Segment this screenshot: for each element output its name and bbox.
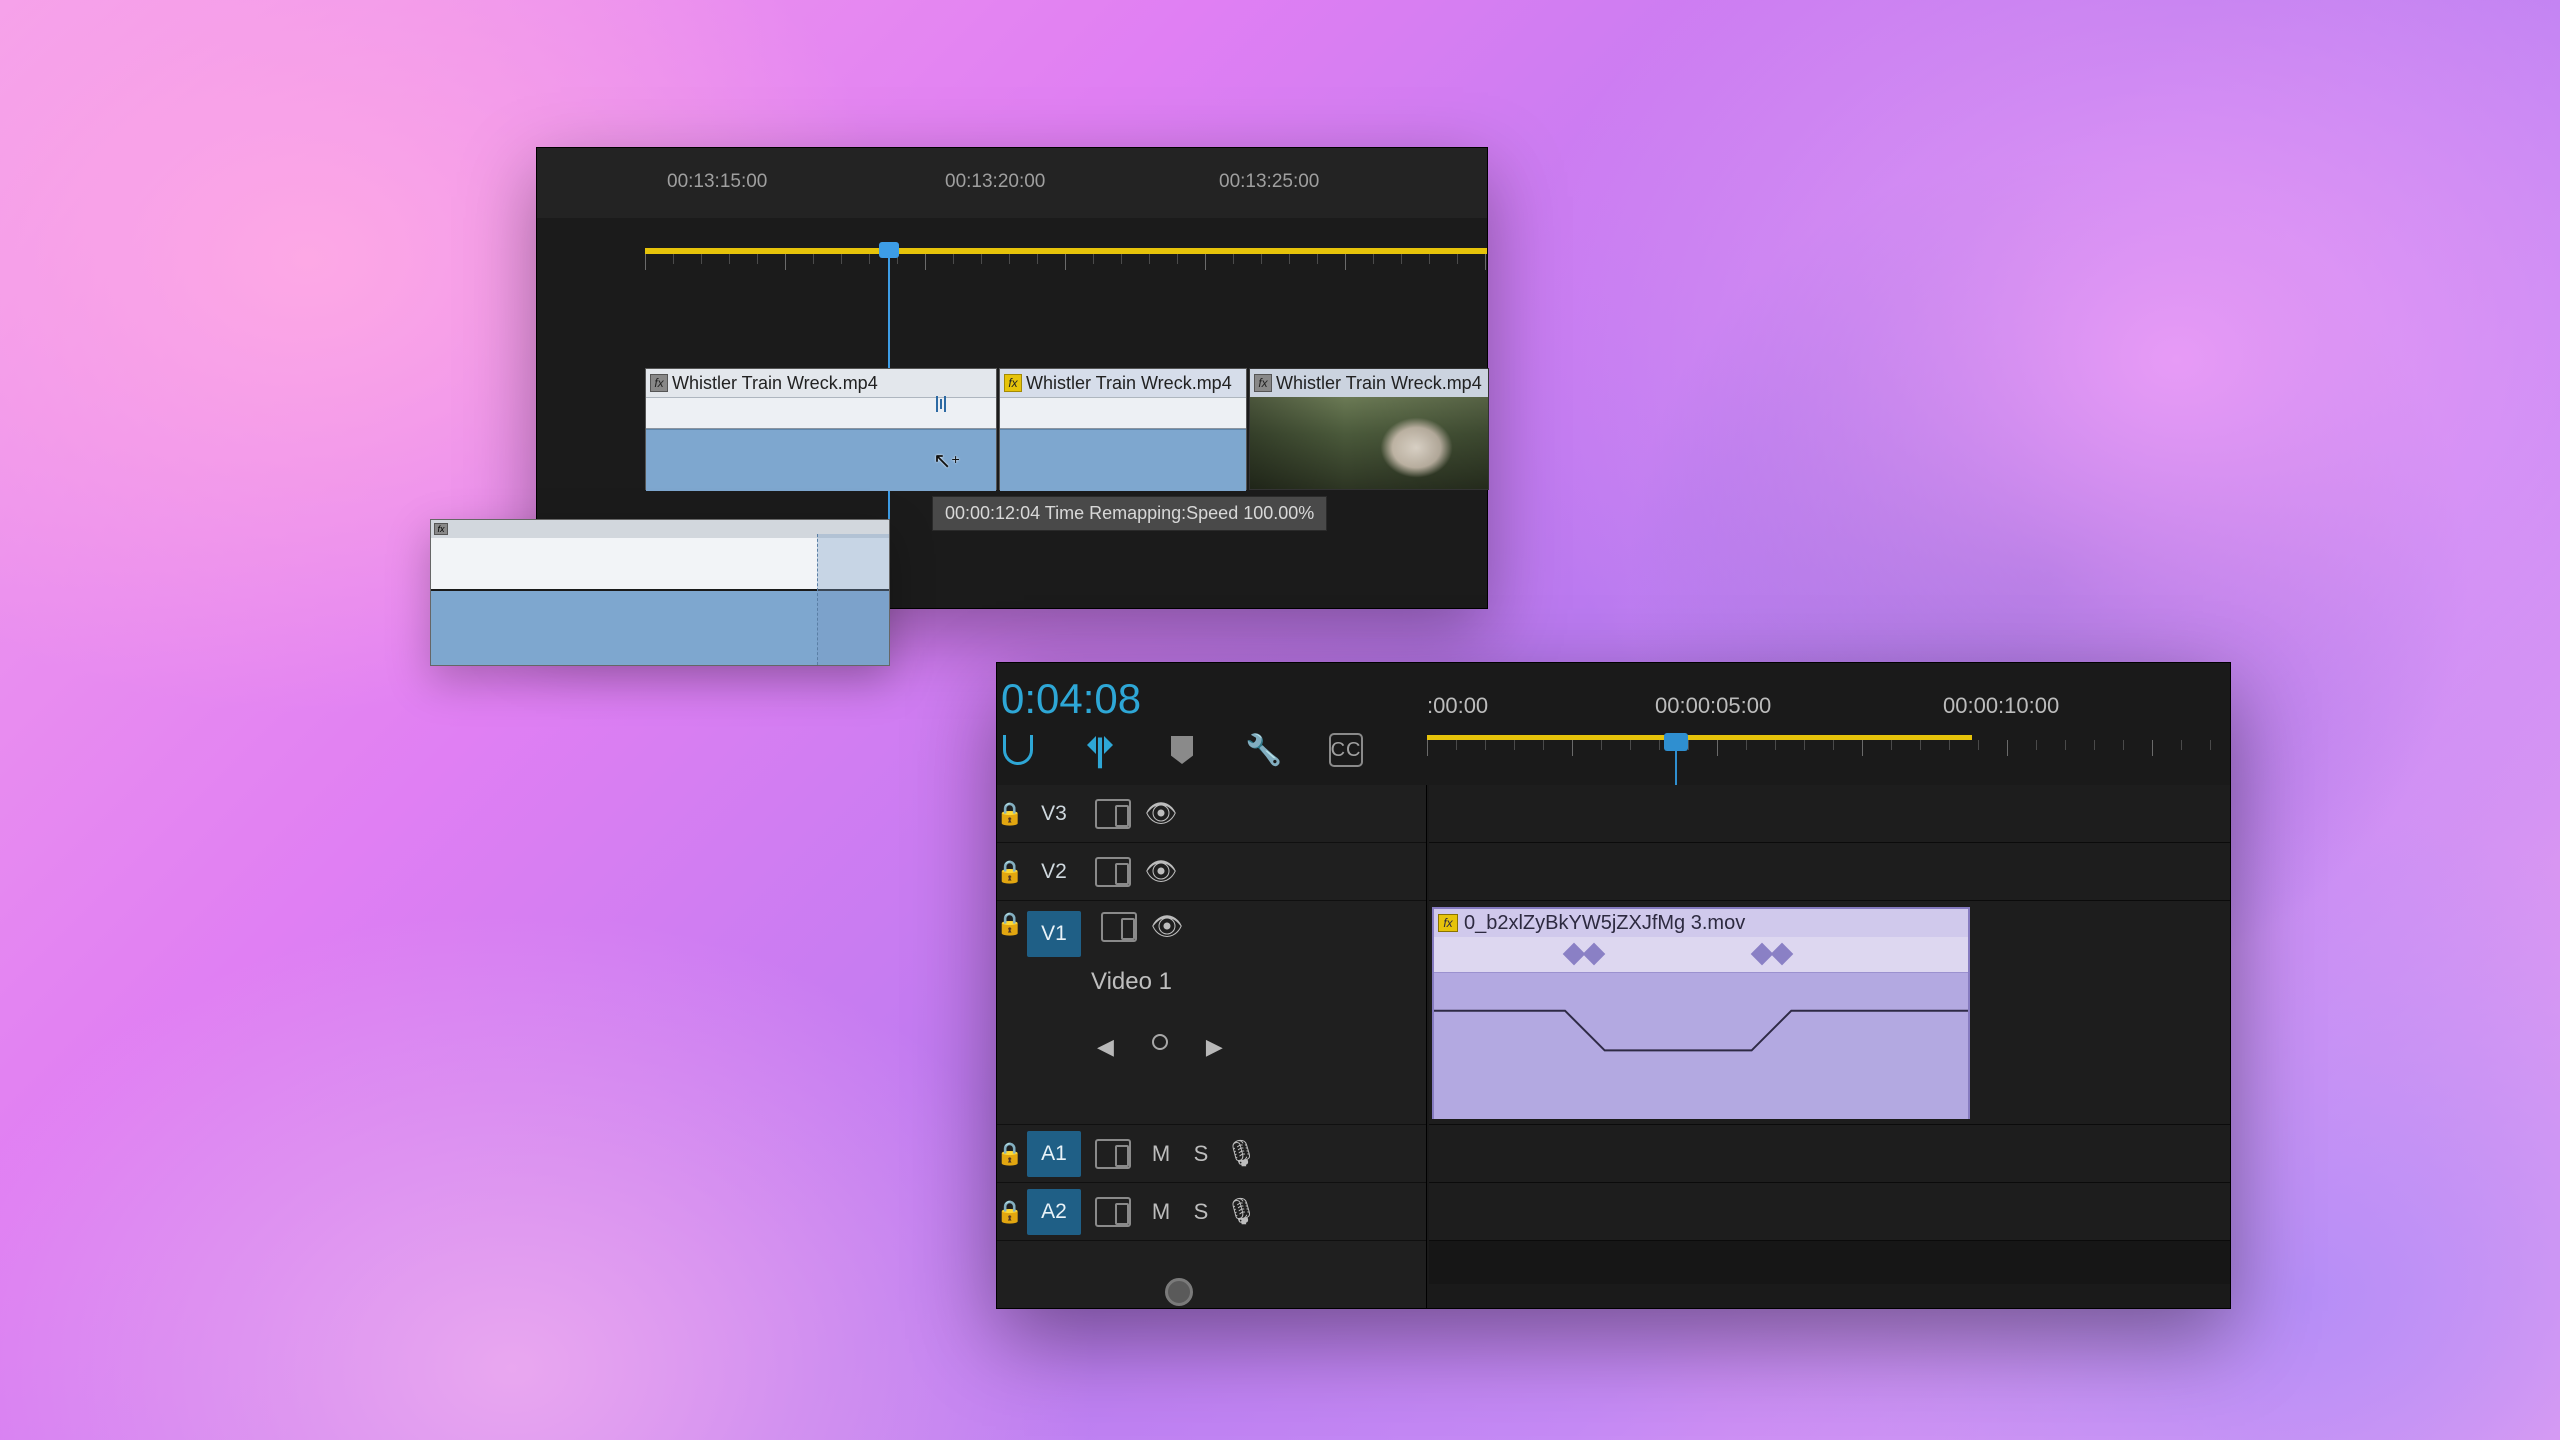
timecode-label: 00:13:15:00 bbox=[667, 171, 767, 193]
timecode-label: :00:00 bbox=[1427, 693, 1488, 719]
clip-fragment[interactable]: fx bbox=[430, 519, 890, 666]
tooltip: 00:00:12:04 Time Remapping:Speed 100.00% bbox=[932, 496, 1327, 531]
sync-lock-icon[interactable] bbox=[1095, 857, 1131, 887]
track-tag[interactable]: V3 bbox=[1027, 791, 1081, 837]
clip-name: Whistler Train Wreck.mp4 bbox=[1276, 373, 1482, 394]
track-header-a2[interactable]: 🔒 A2 M S 🎙 bbox=[997, 1183, 1426, 1241]
track-tag[interactable]: A2 bbox=[1027, 1189, 1081, 1235]
track-header-v2[interactable]: 🔒 V2 👁 bbox=[997, 843, 1426, 901]
track-area[interactable]: fx 0_b2xlZyBkYW5jZXJfMg 3.mov bbox=[1429, 785, 2230, 1284]
track-lane-a1[interactable] bbox=[1429, 1125, 2230, 1183]
clip-thumbnail bbox=[1250, 397, 1488, 489]
snap-icon[interactable] bbox=[1001, 733, 1035, 767]
fx-badge-icon: fx bbox=[650, 374, 668, 392]
zoom-handle[interactable] bbox=[1165, 1278, 1193, 1306]
clip[interactable]: fxWhistler Train Wreck.mp4 bbox=[999, 368, 1247, 490]
keyframe-icon[interactable] bbox=[1771, 943, 1794, 966]
sync-lock-icon[interactable] bbox=[1095, 1139, 1131, 1169]
track-header-v1[interactable]: 🔒 V1 👁 Video 1 ◀ ▶ bbox=[997, 901, 1426, 1125]
settings-icon[interactable]: 🔧 bbox=[1247, 733, 1281, 767]
timeline-panel-bottom: 0:04:08 | 🔧 CC :00:00 00:00:05:00 00:00:… bbox=[996, 662, 2231, 1309]
track-header-a1[interactable]: 🔒 A1 M S 🎙 bbox=[997, 1125, 1426, 1183]
clip-name: Whistler Train Wreck.mp4 bbox=[672, 373, 878, 394]
lock-icon[interactable]: 🔒 bbox=[997, 911, 1023, 937]
fx-badge-icon: fx bbox=[1254, 374, 1272, 392]
ruler[interactable]: :00:00 00:00:05:00 00:00:10:00 bbox=[1427, 693, 2230, 748]
lock-icon[interactable]: 🔒 bbox=[997, 801, 1023, 827]
clip-name: Whistler Train Wreck.mp4 bbox=[1026, 373, 1232, 394]
linked-selection-icon[interactable]: | bbox=[1083, 733, 1117, 767]
ruler[interactable]: 00:13:15:00 00:13:20:00 00:13:25:00 bbox=[537, 148, 1487, 218]
track-lane-v2[interactable] bbox=[1429, 843, 2230, 901]
timeline-toolbar: | 🔧 CC bbox=[1001, 733, 1363, 767]
next-keyframe-icon[interactable]: ▶ bbox=[1206, 1034, 1223, 1060]
captions-icon[interactable]: CC bbox=[1329, 733, 1363, 767]
video-track[interactable]: fxWhistler Train Wreck.mp4 fxWhistler Tr… bbox=[645, 368, 1487, 490]
ruler-ticks bbox=[1427, 740, 2230, 760]
lock-icon[interactable]: 🔒 bbox=[997, 1141, 1023, 1167]
track-lane-a2[interactable] bbox=[1429, 1183, 2230, 1241]
solo-button[interactable]: S bbox=[1181, 1199, 1221, 1225]
ruler-ticks bbox=[537, 254, 1487, 272]
keyframe-icon[interactable] bbox=[1583, 943, 1606, 966]
timecode-label: 00:00:05:00 bbox=[1655, 693, 1771, 719]
mic-icon[interactable]: 🎙 bbox=[1221, 1138, 1261, 1169]
lock-icon[interactable]: 🔒 bbox=[997, 1199, 1023, 1225]
current-timecode[interactable]: 0:04:08 bbox=[1001, 675, 1141, 723]
fx-badge-icon: fx bbox=[1438, 914, 1458, 932]
track-name: Video 1 bbox=[1091, 968, 1172, 996]
track-tag[interactable]: V1 bbox=[1027, 911, 1081, 957]
mute-button[interactable]: M bbox=[1141, 1141, 1181, 1167]
prev-keyframe-icon[interactable]: ◀ bbox=[1097, 1034, 1114, 1060]
eye-icon[interactable]: 👁 bbox=[1141, 798, 1181, 829]
mute-button[interactable]: M bbox=[1141, 1199, 1181, 1225]
fx-badge-icon: fx bbox=[1004, 374, 1022, 392]
marker-icon[interactable] bbox=[1165, 733, 1199, 767]
track-lane-v3[interactable] bbox=[1429, 785, 2230, 843]
track-header-v3[interactable]: 🔒 V3 👁 bbox=[997, 785, 1426, 843]
clip[interactable]: fx 0_b2xlZyBkYW5jZXJfMg 3.mov bbox=[1432, 907, 1970, 1119]
cursor-icon: ↖+ bbox=[933, 448, 960, 474]
fx-badge-icon: fx bbox=[434, 523, 448, 535]
track-tag[interactable]: A1 bbox=[1027, 1131, 1081, 1177]
timecode-label: 00:00:10:00 bbox=[1943, 693, 2059, 719]
eye-icon[interactable]: 👁 bbox=[1147, 911, 1187, 942]
sync-lock-icon[interactable] bbox=[1095, 799, 1131, 829]
track-header-column: 🔒 V3 👁 🔒 V2 👁 🔒 V1 👁 Video 1 ◀ ▶ bbox=[997, 785, 1427, 1308]
add-keyframe-icon[interactable] bbox=[1152, 1034, 1168, 1050]
solo-button[interactable]: S bbox=[1181, 1141, 1221, 1167]
track-lane-v1[interactable]: fx 0_b2xlZyBkYW5jZXJfMg 3.mov bbox=[1429, 901, 2230, 1125]
speed-graph[interactable] bbox=[1434, 973, 1968, 1119]
eye-icon[interactable]: 👁 bbox=[1141, 856, 1181, 887]
sync-lock-icon[interactable] bbox=[1101, 912, 1137, 942]
mic-icon[interactable]: 🎙 bbox=[1221, 1196, 1261, 1227]
track-tag[interactable]: V2 bbox=[1027, 849, 1081, 895]
lock-icon[interactable]: 🔒 bbox=[997, 859, 1023, 885]
speed-keyframe-handle[interactable] bbox=[936, 396, 946, 412]
sync-lock-icon[interactable] bbox=[1095, 1197, 1131, 1227]
timecode-label: 00:13:25:00 bbox=[1219, 171, 1319, 193]
timecode-label: 00:13:20:00 bbox=[945, 171, 1045, 193]
trim-selection[interactable] bbox=[817, 534, 889, 665]
clip-name: 0_b2xlZyBkYW5jZXJfMg 3.mov bbox=[1464, 912, 1745, 935]
clip[interactable]: fxWhistler Train Wreck.mp4 bbox=[1249, 368, 1489, 490]
